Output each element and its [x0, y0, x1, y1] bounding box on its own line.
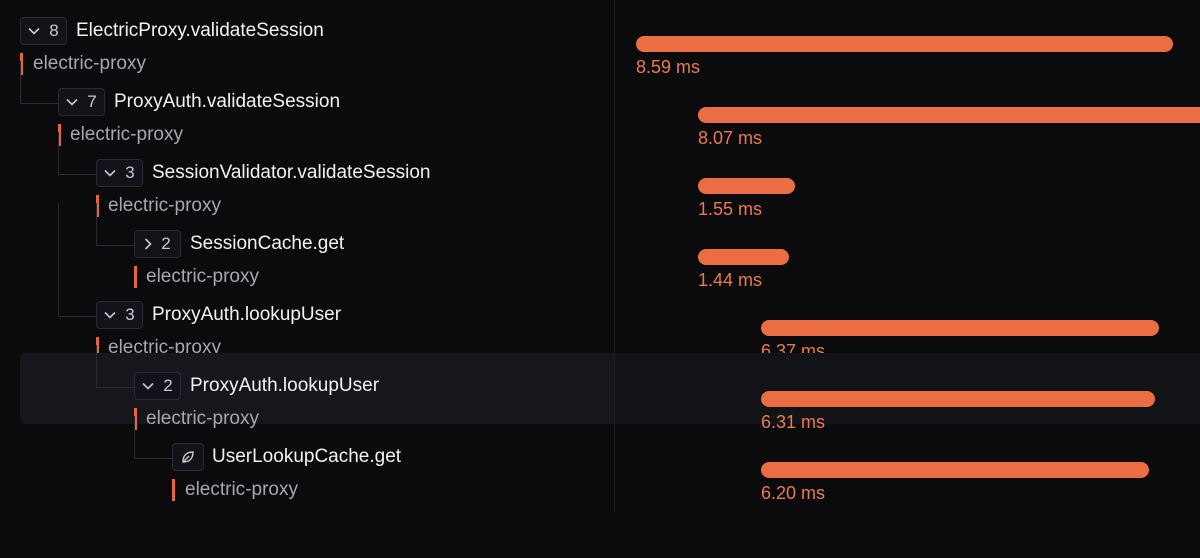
- tree-connector: [96, 345, 97, 387]
- children-count: 8: [49, 21, 59, 40]
- span-name: SessionValidator.validateSession: [152, 162, 431, 183]
- leaf-icon: [182, 451, 194, 463]
- tree-connector: [134, 458, 172, 459]
- span-row[interactable]: 2 ProxyAuth.lookupUser electric-proxy 6.…: [0, 345, 1200, 432]
- tree-connector: [58, 174, 96, 175]
- tree-connector: [134, 416, 135, 458]
- chevron-down-icon: [142, 382, 154, 390]
- children-count: 2: [163, 376, 173, 395]
- service-color-marker: [172, 479, 175, 501]
- expand-toggle[interactable]: 3: [96, 159, 143, 187]
- tree-connector: [96, 245, 134, 246]
- selected-row-highlight: [615, 353, 1200, 424]
- tree-connector: [96, 387, 134, 388]
- expand-toggle[interactable]: 3: [96, 301, 143, 329]
- span-name: ElectricProxy.validateSession: [76, 20, 324, 41]
- children-count: 2: [161, 234, 171, 253]
- service-name: electric-proxy: [185, 479, 298, 500]
- chevron-down-icon: [28, 27, 40, 35]
- expand-toggle[interactable]: 8: [20, 17, 67, 45]
- span-name: SessionCache.get: [190, 233, 345, 254]
- span-row[interactable]: 3 ProxyAuth.lookupUser electric-proxy 6.…: [0, 284, 1200, 361]
- expand-toggle[interactable]: 2: [134, 372, 181, 400]
- chevron-right-icon: [145, 238, 152, 250]
- expand-toggle[interactable]: 2: [134, 230, 181, 258]
- span-row[interactable]: 7 ProxyAuth.validateSession electric-pro…: [0, 61, 1200, 148]
- duration-bar[interactable]: [761, 391, 1155, 407]
- span-row[interactable]: UserLookupCache.get electric-proxy 6.20 …: [0, 416, 1200, 503]
- tree-connector: [58, 132, 59, 174]
- children-count: 7: [87, 92, 97, 111]
- chevron-down-icon: [104, 311, 116, 319]
- span-name: ProxyAuth.lookupUser: [190, 375, 380, 396]
- span-name: ProxyAuth.validateSession: [114, 91, 341, 112]
- tree-connector: [20, 61, 21, 103]
- duration-label: 6.20 ms: [761, 483, 826, 503]
- tree-connector: [58, 316, 96, 317]
- children-count: 3: [125, 163, 135, 182]
- expand-toggle[interactable]: 7: [58, 88, 105, 116]
- span-row[interactable]: 2 SessionCache.get electric-proxy 1.44 m…: [0, 203, 1200, 316]
- tree-connector: [20, 103, 58, 104]
- span-row[interactable]: 8 ElectricProxy.validateSession electric…: [0, 0, 1200, 77]
- span-name: UserLookupCache.get: [212, 446, 402, 467]
- tree-connector: [96, 203, 97, 245]
- chevron-down-icon: [104, 169, 116, 177]
- duration-bar[interactable]: [636, 36, 1173, 52]
- duration-bar[interactable]: [698, 107, 1200, 123]
- span-name: ProxyAuth.lookupUser: [152, 304, 342, 325]
- duration-bar[interactable]: [698, 178, 795, 194]
- duration-bar[interactable]: [761, 320, 1159, 336]
- duration-bar[interactable]: [761, 462, 1149, 478]
- span-row[interactable]: 3 SessionValidator.validateSession elect…: [0, 132, 1200, 219]
- children-count: 3: [125, 305, 135, 324]
- span-leaf-badge[interactable]: [172, 443, 204, 471]
- chevron-down-icon: [66, 98, 78, 106]
- trace-view: 8 ElectricProxy.validateSession electric…: [0, 0, 1200, 512]
- duration-bar[interactable]: [698, 249, 789, 265]
